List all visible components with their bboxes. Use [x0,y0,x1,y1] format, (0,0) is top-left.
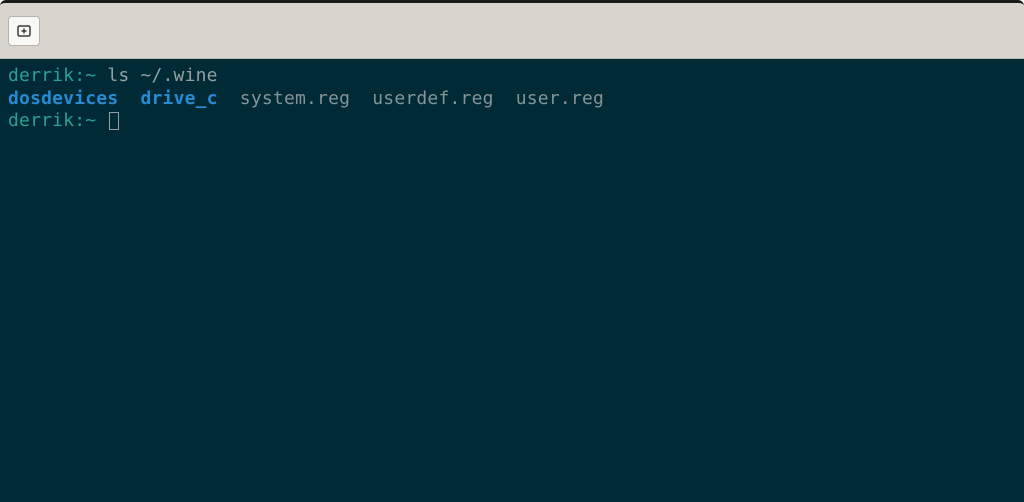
titlebar [0,3,1024,59]
prompt: derrik:~ [8,65,96,86]
ls-entry-dir: dosdevices [8,88,118,109]
terminal-window: derrik:~ ls ~/.wine dosdevices drive_c s… [0,0,1024,502]
terminal-line: derrik:~ [8,110,1016,133]
ls-entry-file: system.reg [240,88,350,109]
prompt: derrik:~ [8,110,96,131]
command-text: ls ~/.wine [96,65,217,86]
ls-entry-file: userdef.reg [372,88,493,109]
terminal-line: dosdevices drive_c system.reg userdef.re… [8,88,1016,111]
cursor [109,112,119,130]
terminal-line: derrik:~ ls ~/.wine [8,65,1016,88]
terminal-body[interactable]: derrik:~ ls ~/.wine dosdevices drive_c s… [0,59,1024,502]
ls-entry-dir: drive_c [140,88,217,109]
new-tab-button[interactable] [8,16,40,46]
ls-entry-file: user.reg [516,88,604,109]
new-tab-icon [16,23,32,39]
